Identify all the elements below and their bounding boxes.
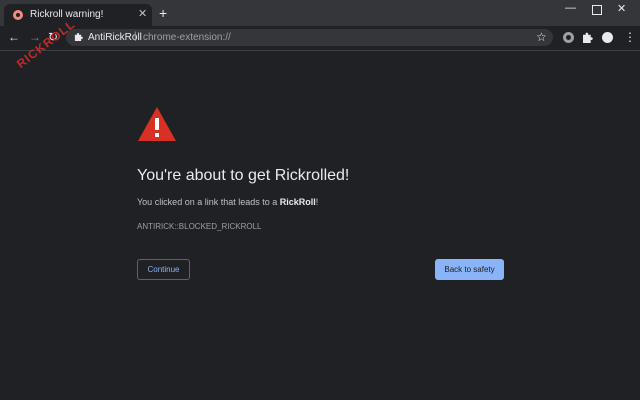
warning-triangle-icon: [138, 107, 176, 141]
extensions-puzzle-icon[interactable]: [583, 32, 594, 43]
tab-rickroll-warning[interactable]: Rickroll warning! ✕: [4, 4, 152, 26]
browser-window: Rickroll warning! ✕ + — ✕ ← → ↻ AntiRick…: [0, 0, 640, 400]
new-tab-icon[interactable]: +: [159, 6, 167, 20]
menu-dots-icon[interactable]: ⋮: [624, 30, 636, 44]
warning-description: You clicked on a link that leads to a Ri…: [137, 197, 318, 207]
warning-headline: You're about to get Rickrolled!: [137, 167, 350, 184]
antirickroll-extension-icon[interactable]: [563, 32, 574, 43]
window-close-icon[interactable]: ✕: [617, 2, 626, 16]
back-arrow-icon[interactable]: ←: [8, 30, 20, 44]
url-text: chrome-extension://: [143, 32, 231, 43]
tab-close-icon[interactable]: ✕: [138, 8, 147, 20]
browser-toolbar: ← → ↻ AntiRickRoll | chrome-extension://…: [0, 26, 640, 51]
tab-strip: Rickroll warning! ✕ + — ✕: [0, 0, 640, 26]
continue-button[interactable]: Continue: [137, 259, 190, 280]
desc-prefix: You clicked on a link that leads to a: [137, 197, 280, 207]
maximize-icon[interactable]: [592, 5, 602, 15]
desc-bold: RickRoll: [279, 197, 316, 207]
rickroll-shield-icon: [13, 10, 23, 20]
bookmark-star-icon[interactable]: ☆: [536, 30, 547, 44]
url-separator: |: [134, 31, 137, 42]
back-to-safety-button[interactable]: Back to safety: [435, 259, 504, 280]
error-code: ANTIRICK::BLOCKED_RICKROLL: [137, 222, 262, 231]
extension-puzzle-icon: [74, 33, 83, 41]
address-bar[interactable]: AntiRickRoll | chrome-extension:// ☆: [66, 29, 553, 46]
profile-avatar-icon[interactable]: [602, 32, 613, 43]
desc-suffix: !: [315, 197, 319, 207]
minimize-icon[interactable]: —: [565, 1, 576, 15]
